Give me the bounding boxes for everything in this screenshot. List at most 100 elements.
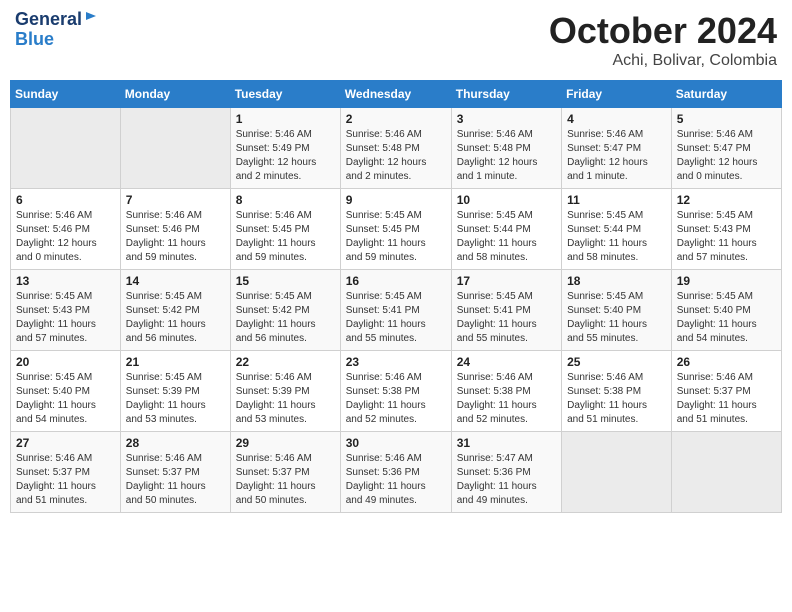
day-number: 12 xyxy=(677,193,776,207)
day-info: Sunrise: 5:46 AM Sunset: 5:48 PM Dayligh… xyxy=(346,128,446,184)
calendar-cell: 26 Sunrise: 5:46 AM Sunset: 5:37 PM Dayli… xyxy=(671,351,781,432)
calendar-cell: 10 Sunrise: 5:45 AM Sunset: 5:44 PM Dayli… xyxy=(451,189,561,270)
calendar-cell xyxy=(671,432,781,513)
weekday-header-tuesday: Tuesday xyxy=(230,81,340,108)
day-number: 4 xyxy=(567,112,666,126)
day-number: 19 xyxy=(677,274,776,288)
day-info: Sunrise: 5:45 AM Sunset: 5:45 PM Dayligh… xyxy=(346,209,446,265)
calendar-cell: 17 Sunrise: 5:45 AM Sunset: 5:41 PM Dayli… xyxy=(451,270,561,351)
calendar-cell: 13Sunrise: 5:45 AM Sunset: 5:43 PM Dayli… xyxy=(11,270,121,351)
weekday-header-monday: Monday xyxy=(120,81,230,108)
day-info: Sunrise: 5:46 AM Sunset: 5:47 PM Dayligh… xyxy=(677,128,776,184)
calendar-cell: 20 Sunrise: 5:45 AM Sunset: 5:40 PM Dayli… xyxy=(11,351,121,432)
weekday-header-thursday: Thursday xyxy=(451,81,561,108)
calendar-cell: 19 Sunrise: 5:45 AM Sunset: 5:40 PM Dayli… xyxy=(671,270,781,351)
day-number: 1 xyxy=(236,112,335,126)
day-number: 16 xyxy=(346,274,446,288)
day-number: 20 xyxy=(16,355,115,369)
day-info: Sunrise: 5:45 AM Sunset: 5:44 PM Dayligh… xyxy=(567,209,666,265)
day-number: 9 xyxy=(346,193,446,207)
calendar-table: SundayMondayTuesdayWednesdayThursdayFrid… xyxy=(10,80,782,513)
calendar-cell: 2 Sunrise: 5:46 AM Sunset: 5:48 PM Daylig… xyxy=(340,108,451,189)
day-info: Sunrise: 5:45 AM Sunset: 5:43 PM Dayligh… xyxy=(677,209,776,265)
day-number: 26 xyxy=(677,355,776,369)
calendar-cell: 16 Sunrise: 5:45 AM Sunset: 5:41 PM Dayli… xyxy=(340,270,451,351)
logo-general: General xyxy=(15,9,82,29)
calendar-cell: 24 Sunrise: 5:46 AM Sunset: 5:38 PM Dayli… xyxy=(451,351,561,432)
day-number: 13 xyxy=(16,274,115,288)
day-number: 17 xyxy=(457,274,556,288)
calendar-cell: 14 Sunrise: 5:45 AM Sunset: 5:42 PM Dayli… xyxy=(120,270,230,351)
calendar-cell: 9 Sunrise: 5:45 AM Sunset: 5:45 PM Daylig… xyxy=(340,189,451,270)
day-number: 2 xyxy=(346,112,446,126)
calendar-cell: 29 Sunrise: 5:46 AM Sunset: 5:37 PM Dayli… xyxy=(230,432,340,513)
calendar-cell: 7 Sunrise: 5:46 AM Sunset: 5:46 PM Daylig… xyxy=(120,189,230,270)
calendar-subtitle: Achi, Bolivar, Colombia xyxy=(549,52,777,70)
calendar-cell: 31Sunrise: 5:47 AM Sunset: 5:36 PM Dayli… xyxy=(451,432,561,513)
day-info: Sunrise: 5:45 AM Sunset: 5:44 PM Dayligh… xyxy=(457,209,556,265)
day-info: Sunrise: 5:45 AM Sunset: 5:40 PM Dayligh… xyxy=(567,290,666,346)
day-number: 28 xyxy=(126,436,225,450)
calendar-cell xyxy=(11,108,121,189)
calendar-week-5: 27 Sunrise: 5:46 AM Sunset: 5:37 PM Dayli… xyxy=(11,432,782,513)
day-info: Sunrise: 5:46 AM Sunset: 5:38 PM Dayligh… xyxy=(457,371,556,427)
day-info: Sunrise: 5:45 AM Sunset: 5:41 PM Dayligh… xyxy=(457,290,556,346)
calendar-cell: 18 Sunrise: 5:45 AM Sunset: 5:40 PM Dayli… xyxy=(562,270,672,351)
day-info: Sunrise: 5:45 AM Sunset: 5:42 PM Dayligh… xyxy=(126,290,225,346)
day-number: 29 xyxy=(236,436,335,450)
day-number: 18 xyxy=(567,274,666,288)
calendar-cell: 1 Sunrise: 5:46 AM Sunset: 5:49 PM Daylig… xyxy=(230,108,340,189)
day-number: 3 xyxy=(457,112,556,126)
calendar-week-1: 1 Sunrise: 5:46 AM Sunset: 5:49 PM Daylig… xyxy=(11,108,782,189)
calendar-cell: 28 Sunrise: 5:46 AM Sunset: 5:37 PM Dayli… xyxy=(120,432,230,513)
day-info: Sunrise: 5:46 AM Sunset: 5:49 PM Dayligh… xyxy=(236,128,335,184)
day-info: Sunrise: 5:46 AM Sunset: 5:37 PM Dayligh… xyxy=(16,452,115,508)
calendar-cell xyxy=(562,432,672,513)
page-header: General Blue October 2024 Achi, Bolivar,… xyxy=(10,10,782,70)
calendar-cell: 8 Sunrise: 5:46 AM Sunset: 5:45 PM Daylig… xyxy=(230,189,340,270)
calendar-cell: 4Sunrise: 5:46 AM Sunset: 5:47 PM Daylig… xyxy=(562,108,672,189)
day-info: Sunrise: 5:46 AM Sunset: 5:46 PM Dayligh… xyxy=(16,209,115,265)
day-number: 6 xyxy=(16,193,115,207)
day-number: 23 xyxy=(346,355,446,369)
day-number: 11 xyxy=(567,193,666,207)
calendar-cell: 12 Sunrise: 5:45 AM Sunset: 5:43 PM Dayli… xyxy=(671,189,781,270)
day-info: Sunrise: 5:46 AM Sunset: 5:37 PM Dayligh… xyxy=(236,452,335,508)
calendar-cell: 22 Sunrise: 5:46 AM Sunset: 5:39 PM Dayli… xyxy=(230,351,340,432)
day-number: 25 xyxy=(567,355,666,369)
day-number: 30 xyxy=(346,436,446,450)
weekday-header-wednesday: Wednesday xyxy=(340,81,451,108)
day-info: Sunrise: 5:46 AM Sunset: 5:36 PM Dayligh… xyxy=(346,452,446,508)
calendar-title: October 2024 xyxy=(549,10,777,52)
day-info: Sunrise: 5:45 AM Sunset: 5:42 PM Dayligh… xyxy=(236,290,335,346)
calendar-week-3: 13Sunrise: 5:45 AM Sunset: 5:43 PM Dayli… xyxy=(11,270,782,351)
day-number: 8 xyxy=(236,193,335,207)
day-number: 10 xyxy=(457,193,556,207)
day-number: 22 xyxy=(236,355,335,369)
title-block: October 2024 Achi, Bolivar, Colombia xyxy=(549,10,777,70)
day-info: Sunrise: 5:46 AM Sunset: 5:39 PM Dayligh… xyxy=(236,371,335,427)
day-number: 31 xyxy=(457,436,556,450)
day-number: 27 xyxy=(16,436,115,450)
day-info: Sunrise: 5:46 AM Sunset: 5:37 PM Dayligh… xyxy=(677,371,776,427)
day-number: 7 xyxy=(126,193,225,207)
day-info: Sunrise: 5:45 AM Sunset: 5:40 PM Dayligh… xyxy=(16,371,115,427)
day-info: Sunrise: 5:46 AM Sunset: 5:46 PM Dayligh… xyxy=(126,209,225,265)
day-number: 24 xyxy=(457,355,556,369)
calendar-cell: 25 Sunrise: 5:46 AM Sunset: 5:38 PM Dayli… xyxy=(562,351,672,432)
calendar-cell: 27 Sunrise: 5:46 AM Sunset: 5:37 PM Dayli… xyxy=(11,432,121,513)
day-info: Sunrise: 5:46 AM Sunset: 5:37 PM Dayligh… xyxy=(126,452,225,508)
day-info: Sunrise: 5:46 AM Sunset: 5:38 PM Dayligh… xyxy=(567,371,666,427)
calendar-cell: 23Sunrise: 5:46 AM Sunset: 5:38 PM Dayli… xyxy=(340,351,451,432)
logo-blue: Blue xyxy=(15,30,98,50)
weekday-header-saturday: Saturday xyxy=(671,81,781,108)
day-info: Sunrise: 5:45 AM Sunset: 5:41 PM Dayligh… xyxy=(346,290,446,346)
logo: General Blue xyxy=(15,10,98,50)
calendar-cell: 21Sunrise: 5:45 AM Sunset: 5:39 PM Dayli… xyxy=(120,351,230,432)
calendar-header: SundayMondayTuesdayWednesdayThursdayFrid… xyxy=(11,81,782,108)
day-number: 14 xyxy=(126,274,225,288)
day-info: Sunrise: 5:45 AM Sunset: 5:40 PM Dayligh… xyxy=(677,290,776,346)
day-info: Sunrise: 5:46 AM Sunset: 5:45 PM Dayligh… xyxy=(236,209,335,265)
logo-flag-icon xyxy=(84,11,98,25)
day-number: 15 xyxy=(236,274,335,288)
